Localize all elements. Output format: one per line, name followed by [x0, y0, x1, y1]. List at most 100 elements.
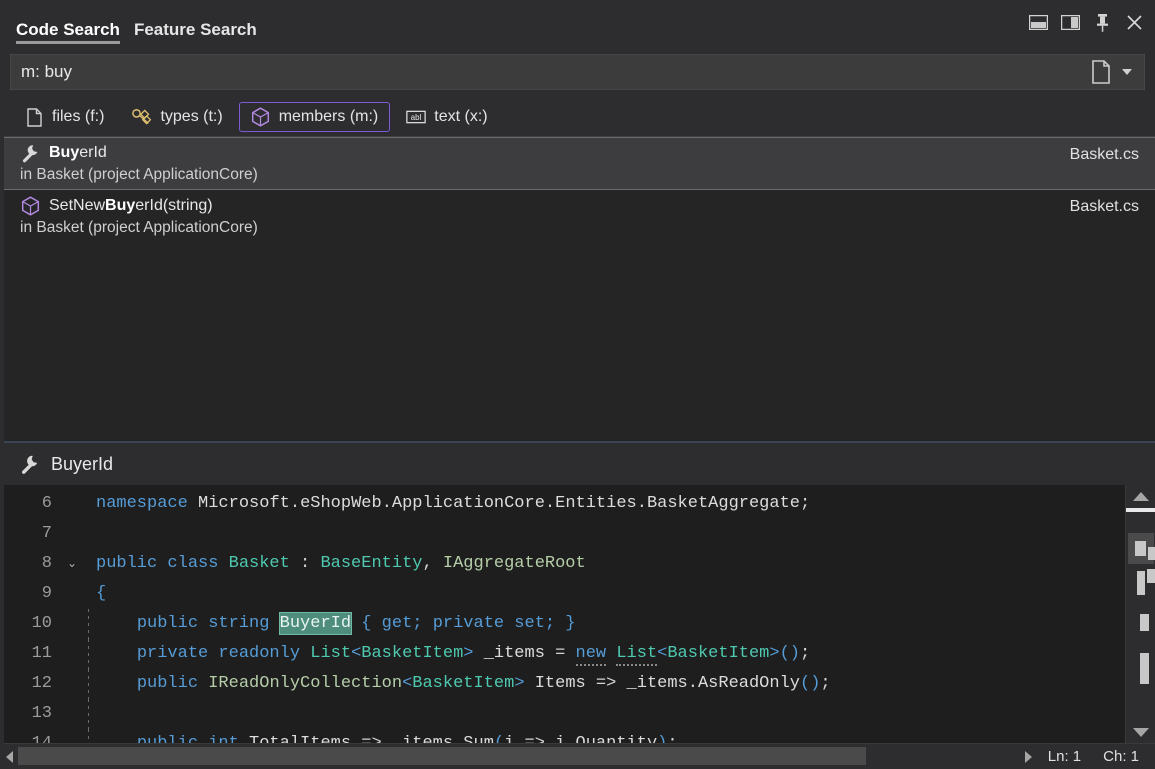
scrollbar-top-marker [1126, 508, 1155, 512]
scroll-annotation-1 [1135, 541, 1146, 556]
status-column-number: Ch: 1 [1103, 748, 1139, 765]
result-row-1-context: in Basket (project ApplicationCore) [0, 219, 1141, 237]
code-token [606, 644, 616, 663]
code-token: = [545, 644, 576, 663]
code-token: . [565, 734, 575, 743]
line-number: 9 [0, 579, 64, 609]
code-token: ApplicationCore [392, 494, 545, 513]
code-token: public string [137, 614, 280, 633]
horizontal-scrollbar[interactable] [18, 744, 1020, 769]
dock-bottom-icon[interactable] [1028, 12, 1049, 33]
cube-icon [20, 196, 40, 216]
preview-header: BuyerId [0, 441, 1155, 485]
code-token: { [96, 584, 106, 603]
scroll-down-arrow[interactable] [1126, 721, 1155, 743]
document-icon[interactable] [1088, 59, 1114, 85]
code-token: _items [627, 674, 688, 693]
filter-chip-text-label: text (x:) [434, 108, 487, 126]
code-search-window: Code Search Feature Search [0, 0, 1155, 769]
code-token: < [402, 674, 412, 693]
code-token: ; [800, 494, 810, 513]
tab-code-search[interactable]: Code Search [14, 21, 132, 47]
code-token: IReadOnlyCollection [208, 674, 402, 693]
code-token: > [463, 644, 483, 663]
scroll-right-arrow[interactable] [1020, 744, 1038, 769]
code-token: BasketItem [361, 644, 463, 663]
code-token: namespace [96, 494, 198, 513]
types-icon [132, 107, 152, 127]
file-icon [24, 107, 44, 127]
code-token: List [310, 644, 351, 663]
code-line: 13 [0, 699, 1125, 729]
scroll-annotation-2 [1148, 547, 1155, 560]
search-input[interactable] [11, 62, 1088, 82]
tab-strip: Code Search Feature Search [0, 0, 269, 47]
scroll-annotation-6 [1140, 653, 1149, 684]
tab-feature-search[interactable]: Feature Search [132, 21, 269, 47]
pin-icon[interactable] [1092, 12, 1113, 33]
close-icon[interactable] [1124, 12, 1145, 33]
search-box[interactable] [10, 54, 1145, 90]
filter-chip-text[interactable]: abl text (x:) [394, 102, 499, 132]
code-token: ; [667, 734, 677, 743]
result-row-1-name: SetNewBuyerId(string) [49, 197, 213, 215]
result-row-1[interactable]: SetNewBuyerId(string) in Basket (project… [0, 190, 1155, 243]
line-number: 10 [0, 609, 64, 639]
vertical-scrollbar[interactable] [1125, 485, 1155, 743]
status-line-number: Ln: 1 [1048, 748, 1081, 765]
filter-chip-members-label: members (m:) [279, 108, 379, 126]
code-token: List [616, 644, 657, 666]
code-line: 7 [0, 519, 1125, 549]
code-token: Items [535, 674, 586, 693]
code-text: public int TotalItems => _items.Sum(i =>… [96, 729, 1125, 743]
code-token: IAggregateRoot [443, 554, 586, 573]
line-number: 8 [0, 549, 64, 579]
horizontal-scrollbar-thumb[interactable] [18, 747, 866, 765]
indent-guide [80, 609, 96, 639]
code-line: 8⌄public class Basket : BaseEntity, IAgg… [0, 549, 1125, 579]
code-text [96, 699, 1125, 729]
code-token: TotalItems [249, 734, 351, 743]
window-controls [1028, 12, 1145, 33]
filter-chip-types[interactable]: types (t:) [120, 102, 234, 132]
result-row-0-suffix: erId [79, 144, 107, 161]
result-row-0-title: BuyerId [3, 143, 1141, 163]
code-token: public class [96, 554, 229, 573]
code-token: public [137, 674, 208, 693]
code-token: get [382, 614, 413, 633]
code-token: i [555, 734, 565, 743]
code-token: ; [412, 614, 432, 633]
results-list[interactable]: BuyerId in Basket (project ApplicationCo… [0, 136, 1155, 441]
cube-icon [251, 107, 271, 127]
code-token: ( [494, 734, 504, 743]
code-lines[interactable]: 6namespace Microsoft.eShopWeb.Applicatio… [0, 485, 1125, 743]
code-token: BasketAggregate [647, 494, 800, 513]
result-row-0[interactable]: BuyerId in Basket (project ApplicationCo… [0, 137, 1155, 190]
filter-chip-files[interactable]: files (f:) [12, 102, 116, 132]
line-number: 12 [0, 669, 64, 699]
chevron-down-icon[interactable] [1118, 59, 1136, 85]
code-token: . [453, 734, 463, 743]
code-token: i [504, 734, 514, 743]
code-token: BasketItem [667, 644, 769, 663]
code-line: 6namespace Microsoft.eShopWeb.Applicatio… [0, 489, 1125, 519]
code-token: BaseEntity [320, 554, 422, 573]
code-token: Quantity [576, 734, 658, 743]
wrench-icon [20, 454, 40, 474]
tab-code-search-label: Code Search [16, 20, 120, 39]
status-fields: Ln: 1 Ch: 1 [1038, 748, 1155, 765]
code-text: namespace Microsoft.eShopWeb.Application… [96, 489, 1125, 519]
line-number: 14 [0, 729, 64, 743]
result-row-0-file: Basket.cs [1070, 146, 1139, 164]
result-row-0-match: Buy [49, 144, 79, 161]
scroll-up-arrow[interactable] [1126, 485, 1155, 507]
wrench-icon [20, 143, 40, 163]
filter-chip-members[interactable]: members (m:) [239, 102, 391, 132]
code-line: 14 public int TotalItems => _items.Sum(i… [0, 729, 1125, 743]
result-row-0-context: in Basket (project ApplicationCore) [3, 166, 1141, 184]
code-token: ; [800, 644, 810, 663]
fold-marker[interactable]: ⌄ [64, 549, 80, 579]
filter-chip-types-label: types (t:) [160, 108, 222, 126]
preview-title: BuyerId [51, 454, 113, 475]
dock-side-icon[interactable] [1060, 12, 1081, 33]
